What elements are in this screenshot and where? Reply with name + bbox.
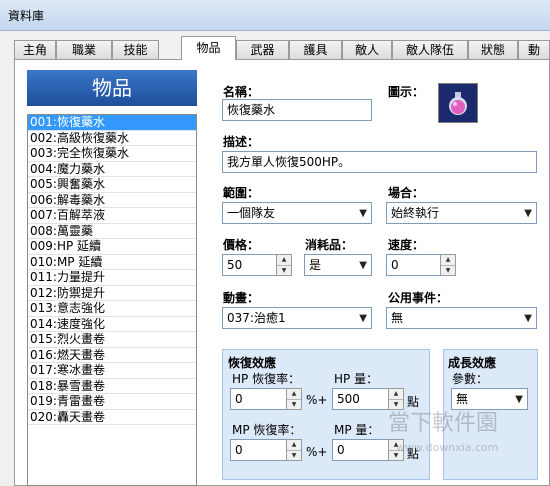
list-item[interactable]: 001:恢復藥水 (28, 115, 196, 131)
occasion-label: 場合： (388, 186, 425, 200)
list-item[interactable]: 005:興奮藥水 (28, 177, 196, 193)
description-label: 描述： (223, 135, 260, 149)
mp-amount-value[interactable]: 0 (332, 439, 388, 461)
list-item[interactable]: 014:速度強化 (28, 317, 196, 332)
percent-plus-label: %+ (306, 445, 328, 459)
list-item[interactable]: 006:解毒藥水 (28, 193, 196, 208)
chevron-down-icon: ▼ (359, 208, 367, 219)
item-list[interactable]: 001:恢復藥水 002:高級恢復藥水 003:完全恢復藥水 004:魔力藥水 … (27, 114, 197, 486)
common-event-select[interactable]: 無 ▼ (386, 307, 537, 329)
stepper-buttons[interactable]: ▲ ▼ (286, 388, 302, 410)
tab-weapons[interactable]: 武器 (236, 40, 289, 59)
arrow-down-icon[interactable]: ▼ (287, 451, 301, 461)
arrow-down-icon[interactable]: ▼ (441, 266, 455, 276)
tab-actors[interactable]: 主角 (14, 40, 56, 59)
tab-states[interactable]: 狀態 (468, 40, 518, 59)
watermark: 當下軟件園 www.downxia.com (388, 405, 550, 465)
stepper-buttons[interactable]: ▲ ▼ (276, 254, 292, 276)
list-item[interactable]: 002:高級恢復藥水 (28, 131, 196, 146)
potion-icon[interactable] (438, 83, 478, 123)
price-label: 價格： (223, 238, 260, 252)
percent-plus-label: %+ (306, 393, 328, 407)
name-label: 名稱： (223, 85, 260, 99)
chevron-down-icon: ▼ (359, 260, 367, 271)
hp-rate-label: HP 恢復率： (232, 372, 301, 386)
arrow-up-icon[interactable]: ▲ (277, 255, 291, 266)
list-item[interactable]: 013:意志強化 (28, 301, 196, 317)
list-item[interactable]: 015:烈火畫卷 (28, 332, 196, 348)
occasion-select[interactable]: 始終執行 ▼ (386, 202, 537, 224)
mp-amount-label: MP 量： (334, 423, 380, 437)
price-stepper[interactable]: 50 ▲ ▼ (222, 254, 292, 276)
mp-rate-stepper[interactable]: 0 ▲ ▼ (230, 439, 302, 461)
list-item[interactable]: 009:HP 延續 (28, 239, 196, 255)
speed-value[interactable]: 0 (386, 254, 440, 276)
list-header: 物品 (27, 70, 197, 106)
param-label: 參數： (452, 372, 489, 386)
hp-rate-stepper[interactable]: 0 ▲ ▼ (230, 388, 302, 410)
list-item[interactable]: 017:寒冰畫卷 (28, 363, 196, 379)
consumable-value: 是 (309, 258, 322, 272)
scope-select[interactable]: 一個隊友 ▼ (222, 202, 372, 224)
chevron-down-icon: ▼ (524, 313, 532, 324)
list-item[interactable]: 019:青雷畫卷 (28, 394, 196, 410)
list-item[interactable]: 007:百解萃液 (28, 208, 196, 224)
tab-classes[interactable]: 職業 (56, 40, 112, 59)
window-titlebar: 資料庫 (0, 0, 550, 31)
hp-amount-value[interactable]: 500 (332, 388, 388, 410)
list-item[interactable]: 010:MP 延續 (28, 255, 196, 270)
watermark-text: 當下軟件園 (388, 411, 499, 436)
hp-rate-value[interactable]: 0 (230, 388, 286, 410)
tab-items[interactable]: 物品 (181, 36, 236, 60)
list-item[interactable]: 016:燃天畫卷 (28, 348, 196, 363)
list-item[interactable]: 003:完全恢復藥水 (28, 146, 196, 162)
animation-value: 037:治癒1 (227, 311, 286, 325)
occasion-value: 始終執行 (391, 206, 440, 220)
chevron-down-icon: ▼ (359, 313, 367, 324)
arrow-down-icon[interactable]: ▼ (287, 400, 301, 410)
tab-enemies[interactable]: 敵人 (342, 40, 392, 59)
arrow-up-icon[interactable]: ▲ (287, 440, 301, 451)
chevron-down-icon: ▼ (515, 394, 523, 405)
description-field[interactable]: 我方單人恢復500HP。 (222, 151, 537, 173)
consumable-label: 消耗品： (305, 238, 354, 252)
scope-value: 一個隊友 (227, 206, 276, 220)
scope-label: 範圍： (223, 186, 260, 200)
tab-animations[interactable]: 動 (518, 40, 550, 59)
mp-rate-label: MP 恢復率： (232, 423, 302, 437)
arrow-up-icon[interactable]: ▲ (441, 255, 455, 266)
stepper-buttons[interactable]: ▲ ▼ (286, 439, 302, 461)
list-item[interactable]: 018:暴雪畫卷 (28, 379, 196, 394)
tab-bar: 主角 職業 技能 物品 武器 護具 敵人 敵人隊伍 狀態 動 (14, 36, 550, 60)
recovery-title: 恢復效應 (228, 356, 277, 370)
common-event-value: 無 (391, 311, 404, 325)
tab-armors[interactable]: 護具 (289, 40, 342, 59)
growth-title: 成長效應 (448, 356, 497, 370)
speed-stepper[interactable]: 0 ▲ ▼ (386, 254, 456, 276)
list-item[interactable]: 004:魔力藥水 (28, 162, 196, 177)
arrow-up-icon[interactable]: ▲ (389, 389, 403, 400)
consumable-select[interactable]: 是 ▼ (304, 254, 372, 276)
tab-troops[interactable]: 敵人隊伍 (392, 40, 468, 59)
price-value[interactable]: 50 (222, 254, 276, 276)
speed-label: 速度： (388, 238, 425, 252)
chevron-down-icon: ▼ (524, 208, 532, 219)
list-item[interactable]: 008:萬靈藥 (28, 224, 196, 239)
common-event-label: 公用事件： (388, 291, 449, 305)
icon-label: 圖示： (388, 85, 425, 99)
window-title: 資料庫 (8, 9, 45, 23)
tab-skills[interactable]: 技能 (112, 40, 159, 59)
watermark-url: www.downxia.com (396, 441, 499, 454)
hp-amount-label: HP 量： (334, 372, 379, 386)
arrow-down-icon[interactable]: ▼ (277, 266, 291, 276)
animation-label: 動畫： (223, 291, 260, 305)
arrow-up-icon[interactable]: ▲ (287, 389, 301, 400)
list-item[interactable]: 020:轟天畫卷 (28, 410, 196, 425)
stepper-buttons[interactable]: ▲ ▼ (440, 254, 456, 276)
mp-rate-value[interactable]: 0 (230, 439, 286, 461)
animation-select[interactable]: 037:治癒1 ▼ (222, 307, 372, 329)
name-field[interactable]: 恢復藥水 (222, 99, 372, 121)
list-item[interactable]: 012:防禦提升 (28, 286, 196, 301)
list-item[interactable]: 011:力量提升 (28, 270, 196, 286)
